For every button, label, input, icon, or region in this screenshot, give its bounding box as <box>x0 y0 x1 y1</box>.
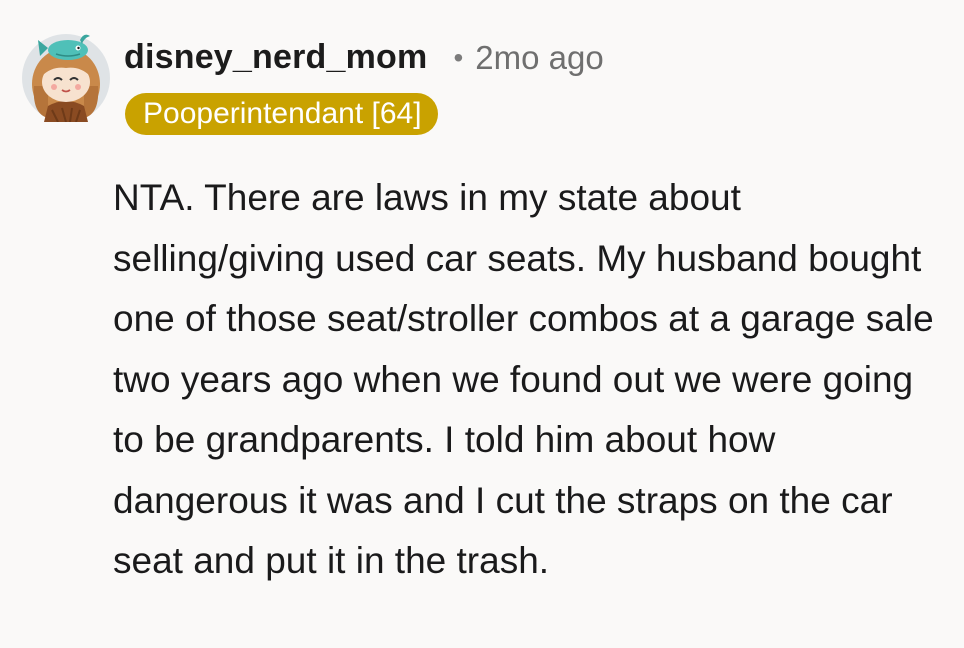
user-flair-badge: Pooperintendant [64] <box>125 93 438 135</box>
comment-body: NTA. There are laws in my state about se… <box>113 177 934 581</box>
meta-separator: • <box>453 41 464 73</box>
timestamp[interactable]: 2mo ago <box>475 39 603 77</box>
username-link[interactable]: disney_nerd_mom <box>124 38 427 77</box>
comment: disney_nerd_mom • 2mo ago Pooperintendan… <box>0 0 964 648</box>
user-avatar-icon[interactable] <box>18 26 114 123</box>
comment-header: disney_nerd_mom • 2mo ago <box>124 38 604 77</box>
